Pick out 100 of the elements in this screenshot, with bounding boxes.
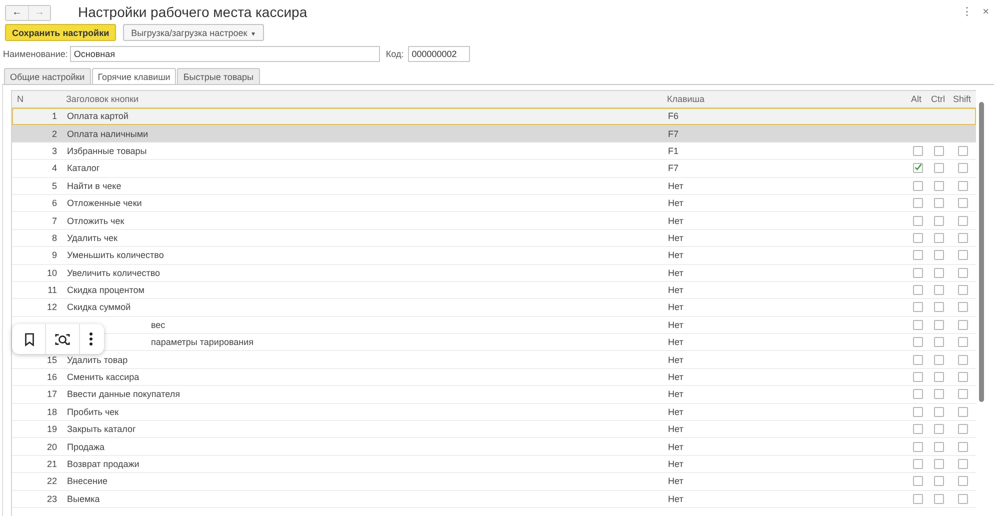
checkbox[interactable]	[934, 320, 944, 330]
checkbox[interactable]	[913, 250, 923, 260]
checkbox[interactable]	[913, 424, 923, 434]
table-row[interactable]: 22 Внесение Нет	[12, 473, 976, 491]
checkbox[interactable]	[958, 442, 968, 452]
checkbox[interactable]	[934, 459, 944, 469]
checkbox[interactable]	[934, 406, 944, 417]
save-button[interactable]: Сохранить настройки	[5, 24, 116, 41]
checkbox[interactable]	[934, 302, 944, 312]
table-row[interactable]: 18 Пробить чек Нет	[12, 404, 976, 422]
checkbox[interactable]	[913, 442, 923, 452]
checkbox[interactable]	[913, 476, 923, 486]
checkbox[interactable]	[934, 354, 944, 365]
checkbox[interactable]	[934, 442, 944, 452]
more-icon[interactable]	[88, 331, 94, 347]
checkbox[interactable]	[958, 372, 968, 382]
checkbox[interactable]	[958, 302, 968, 312]
checkbox[interactable]	[913, 268, 923, 278]
checkbox[interactable]	[913, 163, 923, 174]
checkbox[interactable]	[934, 337, 944, 348]
checkbox[interactable]	[934, 476, 944, 486]
table-row[interactable]: 16 Сменить кассира Нет	[12, 368, 976, 386]
table-cell: Нет	[668, 198, 684, 208]
table-cell: Нет	[668, 216, 684, 226]
selected-row[interactable]: 2 Оплата наличными F7	[12, 125, 976, 143]
table-row[interactable]: 12 Скидка суммой Нет	[12, 299, 976, 317]
table-row[interactable]: 11 Скидка процентом Нет	[12, 282, 976, 300]
checkbox[interactable]	[913, 372, 923, 382]
checkbox[interactable]	[958, 268, 968, 278]
checkbox[interactable]	[958, 337, 968, 348]
table-row[interactable]: 23 Выемка Нет	[12, 490, 976, 508]
back-button[interactable]: ←	[6, 6, 28, 20]
checkbox[interactable]	[934, 180, 944, 191]
bookmark-icon[interactable]	[22, 332, 37, 346]
table-row[interactable]: 4 Каталог F7	[12, 160, 976, 178]
column-header: Ctrl	[930, 94, 946, 104]
checkbox[interactable]	[958, 476, 968, 486]
table-cell: F1	[668, 146, 679, 156]
checkbox[interactable]	[958, 354, 968, 365]
table-row[interactable]: 9 Уменьшить количество Нет	[12, 247, 976, 265]
checkbox[interactable]	[958, 494, 968, 504]
table-row[interactable]: 17 Ввести данные покупателя Нет	[12, 386, 976, 404]
checkbox[interactable]	[913, 146, 923, 156]
table-row[interactable]: 3 Избранные товары F1	[12, 142, 976, 160]
tab[interactable]: Быстрые товары	[177, 68, 260, 84]
checkbox[interactable]	[934, 216, 944, 226]
checkbox[interactable]	[934, 285, 944, 296]
table-row[interactable]: 6 Отложенные чеки Нет	[12, 194, 976, 212]
checkbox[interactable]	[913, 198, 923, 208]
checkbox[interactable]	[934, 250, 944, 260]
checkbox[interactable]	[934, 268, 944, 278]
checkbox[interactable]	[958, 163, 968, 174]
checkbox[interactable]	[913, 406, 923, 417]
table-row[interactable]: 10 Увеличить количество Нет	[12, 264, 976, 282]
checkbox[interactable]	[913, 337, 923, 348]
table-row[interactable]: 7 Отложить чек Нет	[12, 212, 976, 230]
checkbox[interactable]	[913, 320, 923, 330]
checkbox[interactable]	[913, 494, 923, 504]
checkbox[interactable]	[958, 216, 968, 226]
input-field[interactable]: 000000002	[408, 46, 470, 62]
checkbox[interactable]	[958, 285, 968, 296]
more-menu-button[interactable]: ⋮	[956, 5, 978, 18]
checkbox[interactable]	[934, 389, 944, 400]
checkbox[interactable]	[913, 216, 923, 226]
tab[interactable]: Горячие клавиши	[92, 68, 176, 85]
checkbox[interactable]	[934, 494, 944, 504]
table-cell: Пробить чек	[67, 406, 119, 417]
checkbox[interactable]	[958, 320, 968, 330]
checkbox[interactable]	[958, 406, 968, 417]
checkbox[interactable]	[934, 372, 944, 382]
checkbox[interactable]	[934, 232, 944, 243]
close-button[interactable]: ×	[978, 6, 994, 18]
checkbox[interactable]	[958, 424, 968, 434]
table-row[interactable]: 5 Найти в чеке Нет	[12, 178, 976, 195]
checkbox[interactable]	[958, 250, 968, 260]
selected-row[interactable]: 1 Оплата картой F6	[12, 108, 976, 126]
checkbox[interactable]	[958, 198, 968, 208]
table-row[interactable]: 19 Закрыть каталог Нет	[12, 421, 976, 438]
checkbox[interactable]	[913, 389, 923, 400]
tab[interactable]: Общие настройки	[4, 68, 91, 84]
checkbox[interactable]	[913, 302, 923, 312]
checkbox[interactable]	[913, 180, 923, 191]
checkbox[interactable]	[934, 146, 944, 156]
input-field[interactable]: Основная	[70, 46, 380, 62]
checkbox[interactable]	[958, 180, 968, 191]
checkbox[interactable]	[934, 424, 944, 434]
checkbox[interactable]	[958, 146, 968, 156]
checkbox[interactable]	[913, 459, 923, 469]
table-row[interactable]: 8 Удалить чек Нет	[12, 230, 976, 248]
table-row[interactable]: 21 Возврат продажи Нет	[12, 456, 976, 474]
checkbox[interactable]	[934, 198, 944, 208]
checkbox[interactable]	[913, 285, 923, 296]
checkbox[interactable]	[958, 459, 968, 469]
checkbox[interactable]	[958, 232, 968, 243]
checkbox[interactable]	[958, 389, 968, 400]
checkbox[interactable]	[913, 354, 923, 365]
checkbox[interactable]	[934, 163, 944, 174]
table-cell: F7	[668, 163, 679, 174]
table-row[interactable]: 20 Продажа Нет	[12, 438, 976, 456]
checkbox[interactable]	[913, 232, 923, 243]
